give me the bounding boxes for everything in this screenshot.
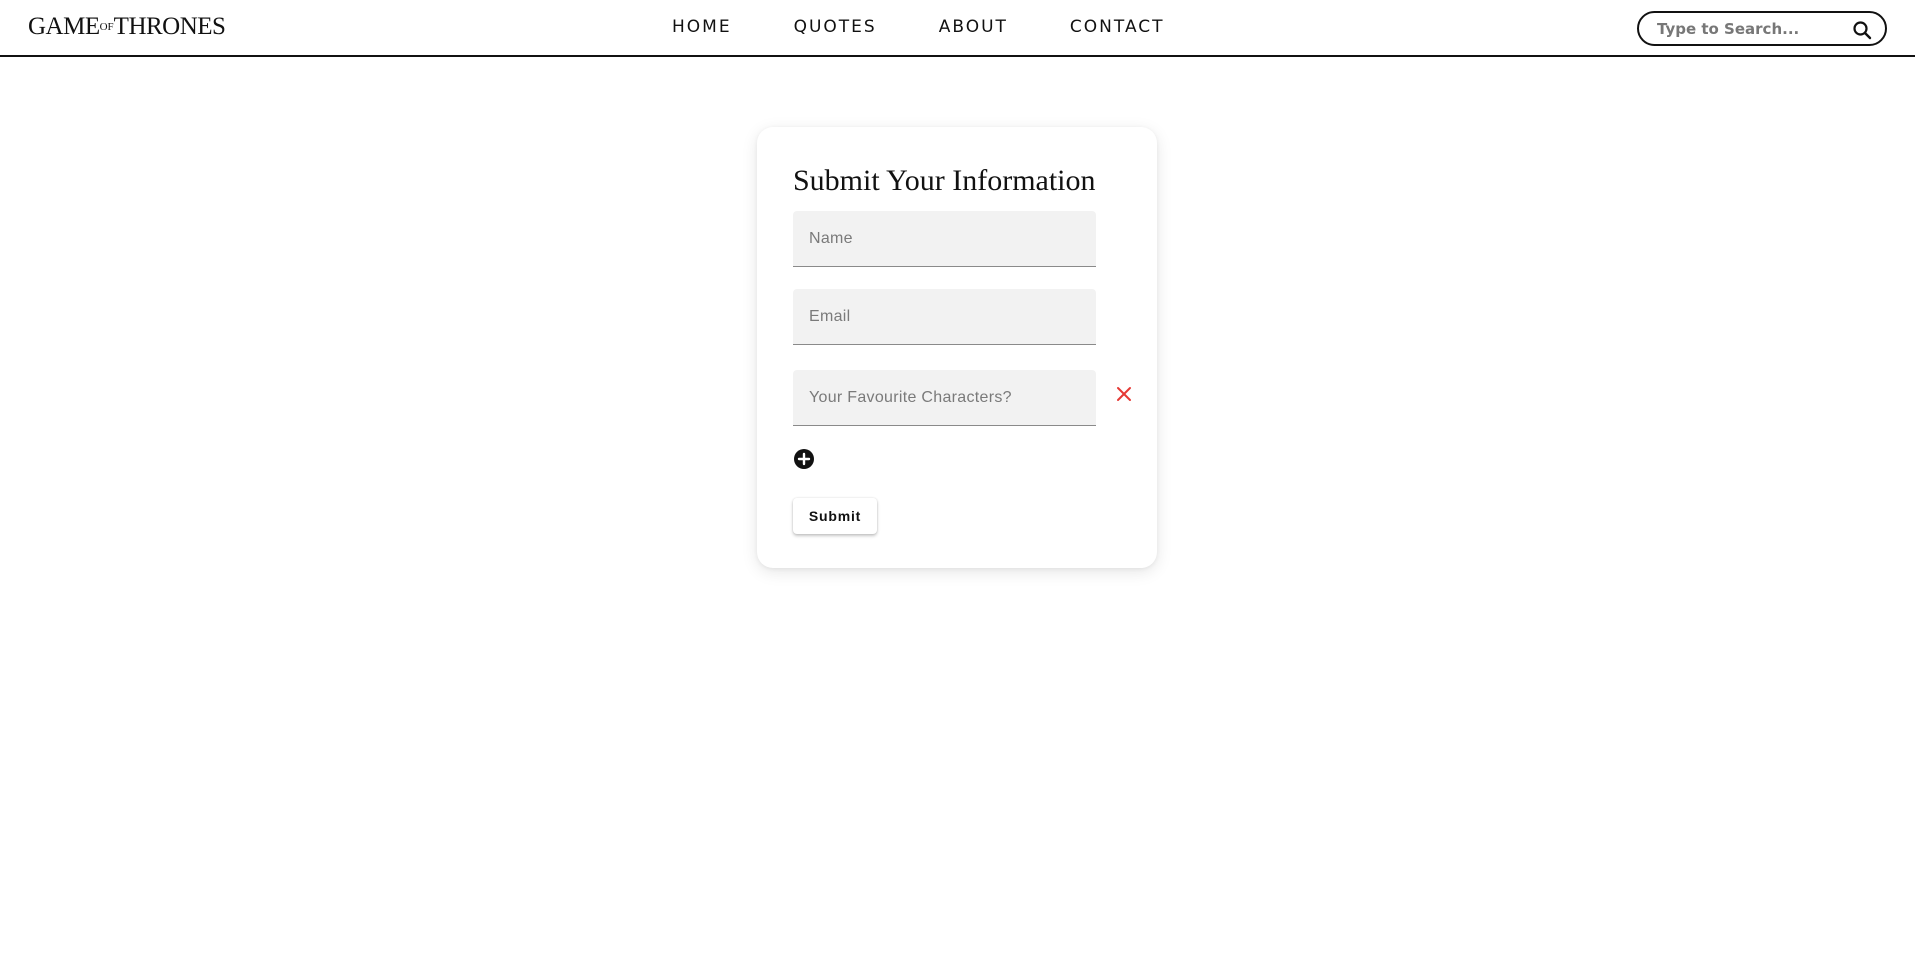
search-input[interactable] — [1657, 19, 1847, 39]
favourite-characters-field — [793, 370, 1096, 426]
favourite-characters-input[interactable] — [793, 370, 1096, 425]
main-nav: HOME QUOTES ABOUT CONTACT — [672, 16, 1165, 38]
top-navbar: GAMEOFTHRONES HOME QUOTES ABOUT CONTACT — [0, 0, 1915, 57]
email-input[interactable] — [793, 289, 1096, 344]
logo-text-of: OF — [99, 21, 114, 33]
name-input[interactable] — [793, 211, 1096, 266]
nav-link-home[interactable]: HOME — [672, 16, 732, 38]
add-circle-icon — [794, 449, 814, 469]
submit-button[interactable]: Submit — [793, 498, 877, 534]
logo-text-game: GAME — [28, 13, 100, 40]
close-icon — [1117, 387, 1131, 401]
logo-text-thrones: THRONES — [113, 13, 226, 40]
add-character-button[interactable] — [793, 448, 815, 470]
email-field — [793, 289, 1096, 345]
nav-link-contact[interactable]: CONTACT — [1070, 16, 1165, 38]
nav-link-quotes[interactable]: QUOTES — [794, 16, 877, 38]
form-title: Submit Your Information — [793, 164, 1096, 197]
search-icon[interactable] — [1852, 20, 1872, 40]
nav-link-about[interactable]: ABOUT — [939, 16, 1008, 38]
search-box — [1637, 11, 1887, 46]
submit-info-card: Submit Your Information Submit — [757, 127, 1157, 568]
remove-character-button[interactable] — [1109, 379, 1139, 409]
name-field — [793, 211, 1096, 267]
game-of-thrones-logo[interactable]: GAMEOFTHRONES — [28, 13, 226, 41]
